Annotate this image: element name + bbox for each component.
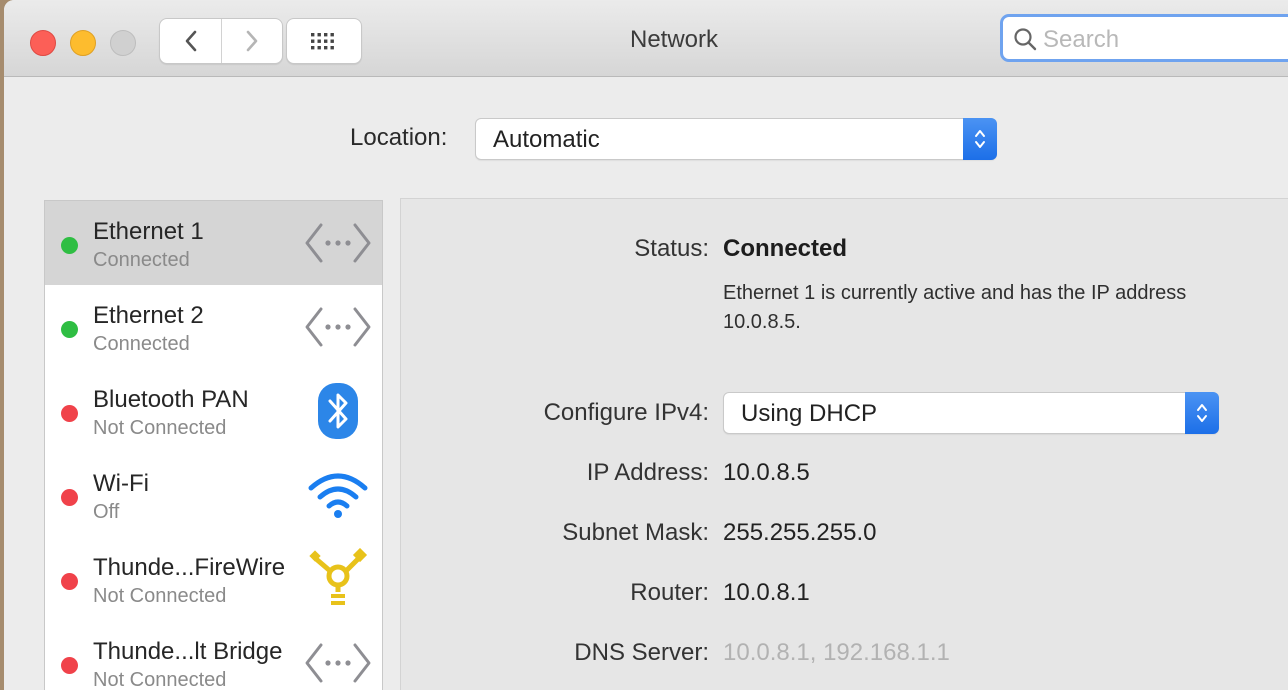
- back-button[interactable]: [161, 19, 221, 63]
- configure-ipv4-value: Using DHCP: [741, 400, 878, 427]
- detail-panel: Status: Connected Ethernet 1 is currentl…: [400, 198, 1288, 690]
- status-label: Status:: [634, 235, 709, 262]
- service-status: Connected: [93, 333, 190, 355]
- dns-server-value: 10.0.8.1, 192.168.1.1: [723, 639, 950, 666]
- service-name: Ethernet 1: [93, 218, 204, 245]
- service-name: Wi-Fi: [93, 470, 149, 497]
- service-status: Connected: [93, 249, 190, 271]
- status-dot: [61, 489, 78, 506]
- status-dot: [61, 657, 78, 674]
- search-icon: [1014, 28, 1037, 51]
- grid-icon: [311, 33, 334, 50]
- status-description: Ethernet 1 is currently active and has t…: [723, 282, 1187, 333]
- chevron-left-icon: [185, 30, 196, 52]
- dns-server-label: DNS Server:: [574, 639, 709, 666]
- service-status: Not Connected: [93, 585, 227, 607]
- service-list[interactable]: Ethernet 1 Connected Ethernet 2 Connecte…: [44, 200, 383, 690]
- service-name: Ethernet 2: [93, 302, 204, 329]
- window-title: Network: [629, 26, 719, 53]
- updown-chevron-icon: [963, 118, 997, 160]
- service-item-bluetooth-pan[interactable]: Bluetooth PAN Not Connected: [45, 369, 382, 453]
- show-all-button[interactable]: [286, 18, 362, 64]
- chevron-right-icon: [246, 30, 257, 52]
- updown-chevron-icon: [1185, 392, 1219, 434]
- ethernet-icon: [303, 299, 373, 355]
- subnet-mask-value: 255.255.255.0: [723, 519, 877, 546]
- router-label: Router:: [630, 579, 709, 606]
- wifi-icon: [303, 467, 373, 523]
- service-name: Bluetooth PAN: [93, 386, 249, 413]
- subnet-mask-label: Subnet Mask:: [562, 519, 709, 546]
- service-status: Off: [93, 501, 120, 523]
- service-item-thunderbolt-firewire[interactable]: Thunde...FireWire Not Connected: [45, 537, 382, 621]
- ethernet-icon: [303, 635, 373, 690]
- search-input[interactable]: Search: [1000, 14, 1288, 62]
- network-preferences-window: Network Search Location: Automatic Ether…: [4, 0, 1288, 690]
- bluetooth-icon: [303, 383, 373, 439]
- close-button[interactable]: [30, 30, 56, 56]
- ip-address-label: IP Address:: [586, 459, 709, 486]
- location-select[interactable]: Automatic: [475, 118, 997, 160]
- service-item-ethernet-1[interactable]: Ethernet 1 Connected: [45, 201, 382, 285]
- service-item-ethernet-2[interactable]: Ethernet 2 Connected: [45, 285, 382, 369]
- status-dot: [61, 237, 78, 254]
- titlebar: Network Search: [4, 0, 1288, 77]
- status-value: Connected: [723, 235, 848, 262]
- service-status: Not Connected: [93, 669, 227, 690]
- service-item-thunderbolt-bridge[interactable]: Thunde...lt Bridge Not Connected: [45, 621, 382, 690]
- location-label: Location:: [350, 124, 448, 151]
- navigation-buttons: [159, 18, 283, 64]
- location-value: Automatic: [493, 126, 600, 153]
- ethernet-icon: [303, 215, 373, 271]
- service-name: Thunde...FireWire: [93, 554, 286, 581]
- status-dot: [61, 573, 78, 590]
- service-item-wifi[interactable]: Wi-Fi Off: [45, 453, 382, 537]
- minimize-button[interactable]: [70, 30, 96, 56]
- search-placeholder: Search: [1043, 26, 1120, 53]
- zoom-button[interactable]: [110, 30, 136, 56]
- ip-address-value: 10.0.8.5: [723, 459, 810, 486]
- firewire-icon: [303, 548, 373, 607]
- service-status: Not Connected: [93, 417, 227, 439]
- status-dot: [61, 321, 78, 338]
- forward-button[interactable]: [222, 19, 282, 63]
- configure-ipv4-select[interactable]: Using DHCP: [723, 392, 1219, 434]
- router-value: 10.0.8.1: [723, 579, 810, 606]
- status-dot: [61, 405, 78, 422]
- service-name: Thunde...lt Bridge: [93, 638, 283, 665]
- configure-ipv4-label: Configure IPv4:: [543, 399, 709, 426]
